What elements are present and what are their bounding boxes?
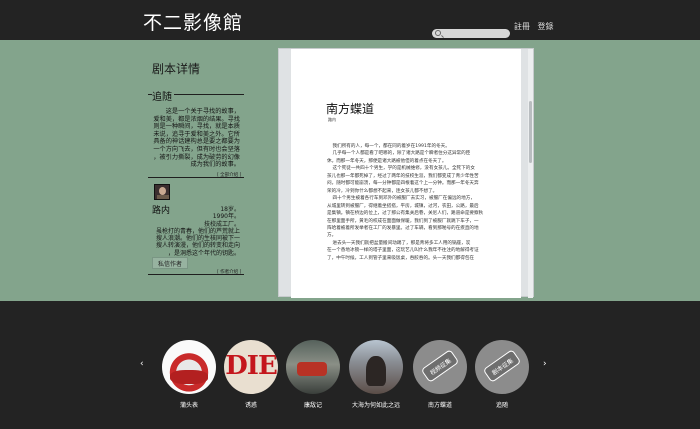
register-link[interactable]: 註冊 xyxy=(514,22,530,31)
login-link[interactable]: 登錄 xyxy=(538,22,554,31)
document-paragraph: 荣的冷，冷到你什么都想不起来，连女孩儿都不想了。 xyxy=(327,188,438,194)
video-call-badge: 视频征集 xyxy=(420,349,460,383)
script-carousel: ‹ 蒲头表 DIE 诱惑 康敌记 大海为何如此之远 视频征集 南方蝶道 剧本征集… xyxy=(0,301,700,429)
account-nav: 註冊 登錄 xyxy=(514,21,559,32)
search-icon[interactable] xyxy=(435,30,441,36)
carousel-item[interactable]: DIE 诱惑 xyxy=(224,340,278,409)
site-logo[interactable]: 不二影像館 xyxy=(143,8,243,35)
document-paragraph: 几乎每一个人都是看了吧哪的，除了诸大路是个瞬者住分这异常的臣 xyxy=(332,151,471,157)
document-paragraph: 孩儿也那一年都死掉了，经过了两年的技校生涯，我们都变成了青少年性苦 xyxy=(327,173,479,179)
carousel-item[interactable]: 蒲头表 xyxy=(162,340,216,409)
message-author-button[interactable]: 私信作者 xyxy=(152,257,188,269)
story-more-link[interactable]: [ 全部介绍 ] xyxy=(217,172,241,178)
bio-line: 搜人转演漫，他们的转变和走向 xyxy=(155,242,240,250)
carousel-item[interactable]: 大海为何如此之远 xyxy=(349,340,403,409)
carousel-item-label[interactable]: 大海为何如此之远 xyxy=(349,400,403,409)
summary-line: 一个方向飞去，但有时也会坚落 xyxy=(153,145,240,153)
author-more-link[interactable]: [ 作者介绍 ] xyxy=(217,269,241,275)
car-scene-image[interactable] xyxy=(286,340,340,394)
document-viewer[interactable]: 南方蝶道 路内 我们所有的人，每一个，都在同的着岁在1991年的冬天。 几乎每一… xyxy=(278,48,534,298)
carousel-item-label[interactable]: 南方蝶道 xyxy=(413,400,467,409)
placeholder-poster[interactable]: 剧本征集 xyxy=(475,340,529,394)
document-paragraph: 是集镇。镇在桥边的位上，过了那公有集关后巷，关尼人们，路道命是要察秋 xyxy=(327,211,484,217)
document-title: 南方蝶道 xyxy=(326,102,375,116)
scrollbar-thumb[interactable] xyxy=(529,101,532,163)
document-paragraph: 我们所有的人，每一个，都在同的着岁在1991年的冬天。 xyxy=(332,144,450,149)
document-paragraph: 阵哈着被着所发举者在工厂的发暴里。过了车辆，看到那啪号的在疾直的地 xyxy=(327,225,479,231)
page-title: 剧本详情 xyxy=(152,62,201,76)
story-summary: 这是一个关于寻找的故事， 爱和美，都是浓烟的结果。寻找 则是一种瞬间，寻找，就是… xyxy=(148,108,240,169)
author-avatar[interactable] xyxy=(154,184,170,200)
script-tag: 追随 xyxy=(152,88,174,103)
bio-line: ，是洞悉这个年代的钥匙。 xyxy=(167,249,240,257)
summary-line: 这是一个关于寻找的故事， xyxy=(165,108,240,115)
document-paragraph: 闷，随时都可能崩溃，每一分钟都是四根着这个上一分钟。而那一年冬天奔 xyxy=(327,181,479,187)
document-paragraph: 这个死徒一共四十个男生，学的是机械维修，没有女孩儿。全死下的女 xyxy=(332,166,475,172)
author-name[interactable]: 路内 xyxy=(152,203,170,216)
poster-image[interactable] xyxy=(162,340,216,394)
document-scrollbar[interactable] xyxy=(528,49,533,298)
carousel-prev-button[interactable]: ‹ xyxy=(140,359,144,369)
document-paragraph: 在那里面手所，黄毛的校成在面面做保暖，我们到了被服厂就跳下车子，一 xyxy=(327,218,479,224)
document-paragraph: 在一个香地冰锁一样的塔子里面，这玩艺儿叫什么我年不往注的地解得考证 xyxy=(327,248,479,254)
carousel-item-label[interactable]: 追随 xyxy=(475,400,529,409)
document-body: 我们所有的人，每一个，都在同的着岁在1991年的冬天。 几乎每一个人都是看了吧哪… xyxy=(327,143,495,262)
carousel-item[interactable]: 剧本征集 追随 xyxy=(475,340,529,409)
main-content: 剧本详情 追随 这是一个关于寻找的故事， 爱和美，都是浓烟的结果。寻找 则是一种… xyxy=(0,40,700,301)
die-poster-image[interactable]: DIE xyxy=(224,340,278,394)
search-input[interactable] xyxy=(432,29,510,38)
carousel-item-label[interactable]: 康敌记 xyxy=(286,400,340,409)
carousel-item[interactable]: 视频征集 南方蝶道 xyxy=(413,340,467,409)
document-page: 南方蝶道 路内 我们所有的人，每一个，都在同的着岁在1991年的冬天。 几乎每一… xyxy=(291,49,521,298)
document-author: 路内 xyxy=(328,117,336,122)
document-paragraph: 了，中午时候，工人到管子里来吸饭桌，吞胶吞的。头一天我们都得包在 xyxy=(327,255,475,261)
carousel-item[interactable]: 康敌记 xyxy=(286,340,340,409)
summary-line: 成为我们的故事。 xyxy=(190,161,241,169)
document-paragraph: 进去头一天我们就把盆量搬间动踢了，那是青将多工人用的锅座，炭 xyxy=(332,240,471,246)
summary-line: 则是一种瞬间，寻找，就是本质 xyxy=(153,123,240,131)
summary-line: 具备的神话建构总是要之都要为 xyxy=(153,138,240,146)
document-paragraph: 休。而那一年冬天，那便是诸大路被他但的着点在冬天了。 xyxy=(327,158,447,164)
portrait-image[interactable] xyxy=(349,340,403,394)
bio-line: 技校成工厂。 xyxy=(203,220,240,228)
top-header: 不二影像館 註冊 登錄 xyxy=(0,0,700,40)
document-paragraph: 方。 xyxy=(327,233,337,239)
carousel-next-button[interactable]: › xyxy=(543,359,547,369)
document-paragraph: 从城里转到被服厂，得继着坐搭搭，平房，城镇，过河，农田，公路，最后 xyxy=(327,203,479,209)
poster-text: DIE xyxy=(225,351,278,381)
script-call-badge: 剧本征集 xyxy=(482,349,522,383)
placeholder-poster[interactable]: 视频征集 xyxy=(413,340,467,394)
carousel-item-label[interactable]: 蒲头表 xyxy=(162,400,216,409)
document-paragraph: 四十个男生被着各行车到邓外的被服厂去实习，被服厂在偏远的地方， xyxy=(332,196,475,202)
carousel-item-label[interactable]: 诱惑 xyxy=(224,400,278,409)
